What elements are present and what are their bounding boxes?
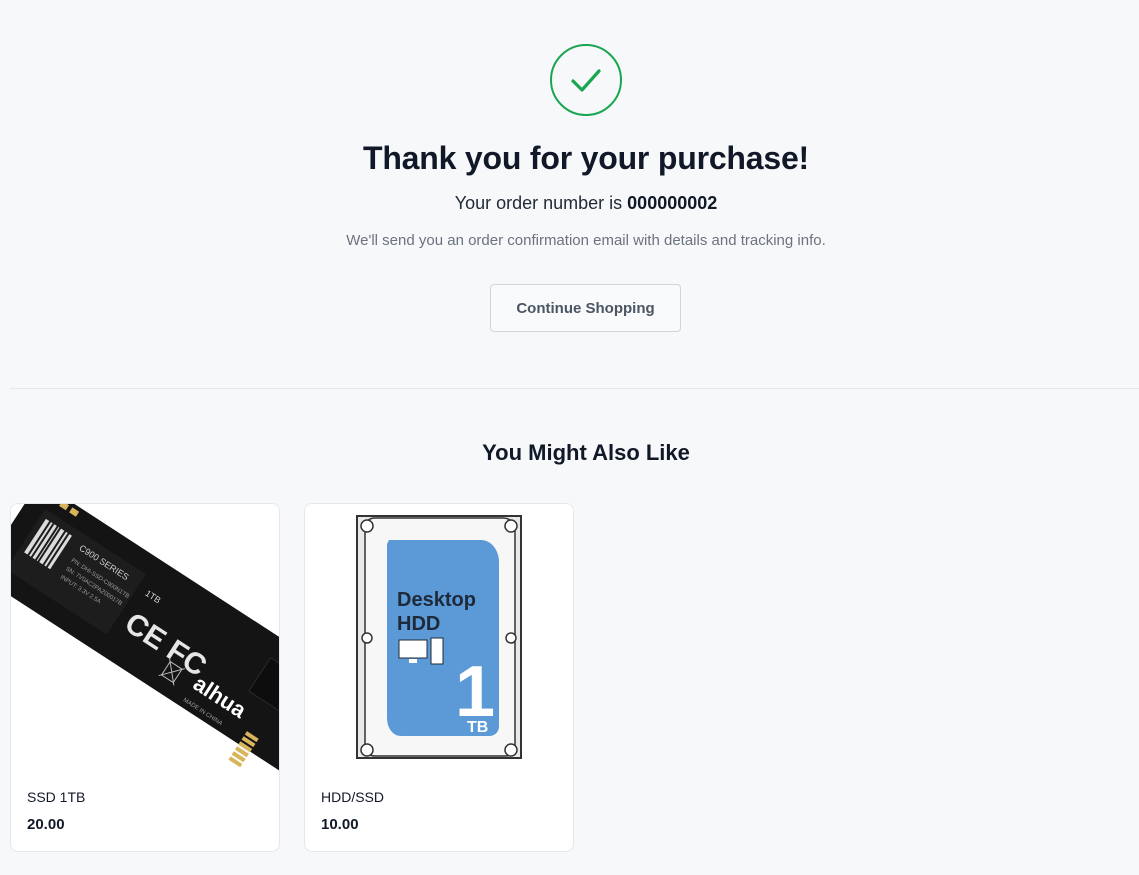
product-name[interactable]: HDD/SSD xyxy=(321,789,384,805)
product-price: 10.00 xyxy=(321,816,359,833)
hdd-label-line2: HDD xyxy=(397,613,440,635)
product-card[interactable]: C900 SERIES PN: DHI-SSD-C900N1TB SN: 7V0… xyxy=(10,503,280,852)
check-circle-icon xyxy=(550,44,622,116)
product-price: 20.00 xyxy=(27,816,65,833)
hdd-label-line1: Desktop xyxy=(397,589,476,611)
order-success-page: Thank you for your purchase! Your order … xyxy=(0,0,1139,875)
order-confirmation: Thank you for your purchase! Your order … xyxy=(0,0,1139,388)
hdd-capacity-unit: TB xyxy=(467,719,488,736)
recommendations-title: You Might Also Like xyxy=(482,440,690,465)
order-number-prefix: Your order number is xyxy=(454,193,623,213)
product-card[interactable]: Desktop HDD 1 TB HDD/SSD 10.00 xyxy=(304,503,574,852)
product-image-hdd[interactable]: Desktop HDD 1 TB xyxy=(305,504,573,772)
order-number-line: Your order number is 000000002 xyxy=(0,193,1139,214)
order-number: 000000002 xyxy=(627,193,718,213)
product-image-ssd[interactable]: C900 SERIES PN: DHI-SSD-C900N1TB SN: 7V0… xyxy=(11,504,279,772)
product-name[interactable]: SSD 1TB xyxy=(27,789,85,805)
page-title: Thank you for your purchase! xyxy=(362,140,810,176)
continue-shopping-button[interactable]: Continue Shopping xyxy=(490,284,681,332)
section-divider xyxy=(10,388,1139,389)
confirmation-note: We'll send you an order confirmation ema… xyxy=(346,232,826,249)
